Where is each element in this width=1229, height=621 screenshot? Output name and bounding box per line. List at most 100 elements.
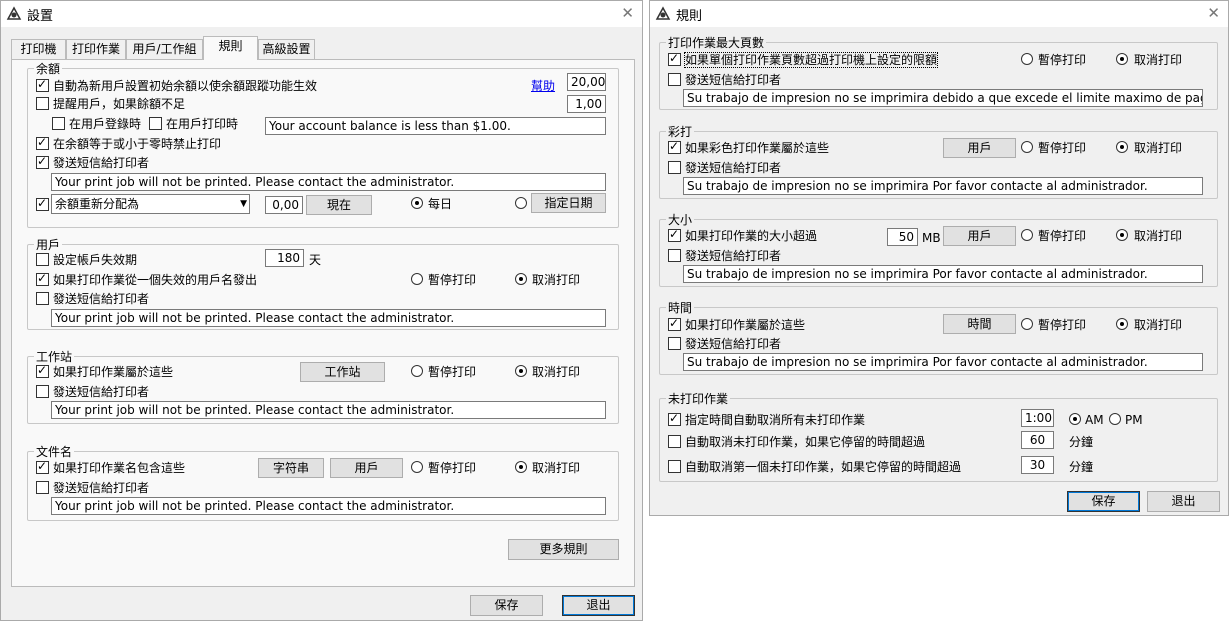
help-link[interactable]: 幫助 <box>531 79 555 93</box>
workstation-message-input[interactable]: Your print job will not be printed. Plea… <box>51 401 606 419</box>
workstation-checkbox[interactable] <box>36 363 49 378</box>
invalid-user-checkbox[interactable] <box>36 271 49 286</box>
close-icon[interactable]: ✕ <box>1207 4 1220 22</box>
invalid-user-label: 如果打印作業從一個失效的用戶名發出 <box>53 273 258 287</box>
time-send-msg-label: 發送短信給打印者 <box>685 337 782 351</box>
filename-checkbox[interactable] <box>36 459 49 474</box>
pm-radio[interactable] <box>1109 413 1121 425</box>
users-cancel-radio[interactable] <box>515 273 527 285</box>
size-cancel-radio[interactable] <box>1116 229 1128 241</box>
size-pause-radio[interactable] <box>1021 229 1033 241</box>
size-value-input[interactable]: 50 <box>887 228 918 246</box>
max-pages-send-msg-checkbox[interactable] <box>668 73 681 86</box>
auto-cancel-all-checkbox[interactable] <box>668 411 681 426</box>
tab-print-jobs[interactable]: 打印作業 <box>66 39 126 59</box>
realloc-dropdown[interactable]: 余額重新分配為 ▼ <box>51 194 250 214</box>
workstation-cancel-radio[interactable] <box>515 365 527 377</box>
daily-label: 每日 <box>428 197 453 211</box>
time-checkbox[interactable] <box>668 316 681 331</box>
filename-message-input[interactable]: Your print job will not be printed. Plea… <box>51 497 606 515</box>
remind-checkbox[interactable] <box>36 97 49 110</box>
max-pages-cancel-radio[interactable] <box>1116 53 1128 65</box>
time-pause-radio[interactable] <box>1021 318 1033 330</box>
workstation-pause-radio[interactable] <box>411 365 423 377</box>
users-cancel-label: 取消打印 <box>532 273 581 287</box>
size-send-msg-checkbox[interactable] <box>668 249 681 262</box>
color-message-input[interactable]: Su trabajo de impresion no se imprimira … <box>683 177 1203 195</box>
on-print-checkbox[interactable] <box>149 117 162 130</box>
balance-message-input[interactable]: Your print job will not be printed. Plea… <box>51 173 606 191</box>
tab-rules[interactable]: 規則 <box>203 36 258 60</box>
settings-titlebar[interactable]: 設置 ✕ <box>1 1 642 27</box>
color-checkbox[interactable] <box>668 139 681 154</box>
size-checkbox[interactable] <box>668 227 681 242</box>
workstation-pause-label: 暫停打印 <box>428 365 477 379</box>
time-cancel-radio[interactable] <box>1116 318 1128 330</box>
expire-checkbox[interactable] <box>36 253 49 266</box>
workstation-button[interactable]: 工作站 <box>300 362 385 382</box>
on-login-label: 在用戶登錄時 <box>69 117 142 131</box>
close-icon[interactable]: ✕ <box>621 4 634 22</box>
auto-init-checkbox[interactable] <box>36 77 49 92</box>
realloc-checkbox[interactable] <box>36 196 49 211</box>
cancel-idle-checkbox[interactable] <box>668 435 681 448</box>
tab-advanced[interactable]: 高級設置 <box>258 39 315 59</box>
color-pause-radio[interactable] <box>1021 141 1033 153</box>
expire-days-input[interactable]: 180 <box>265 249 304 267</box>
rules-titlebar[interactable]: 規則 ✕ <box>650 1 1228 27</box>
daily-radio[interactable] <box>411 197 423 209</box>
string-button[interactable]: 字符串 <box>258 458 324 478</box>
remind-message-input[interactable]: Your account balance is less than $1.00. <box>265 117 606 135</box>
size-label: 如果打印作業的大小超過 <box>685 229 818 243</box>
time-message-input[interactable]: Su trabajo de impresion no se imprimira … <box>683 353 1203 371</box>
cancel-first-label: 自動取消第一個未打印作業，如果它停留的時間超過 <box>685 460 962 474</box>
time-send-msg-checkbox[interactable] <box>668 337 681 350</box>
filename-cancel-label: 取消打印 <box>532 461 581 475</box>
set-date-button[interactable]: 指定日期 <box>531 193 606 213</box>
filename-user-button[interactable]: 用戶 <box>330 458 403 478</box>
tab-users-groups[interactable]: 用戶/工作組 <box>126 39 203 59</box>
rules-exit-button[interactable]: 退出 <box>1147 491 1220 512</box>
users-message-input[interactable]: Your print job will not be printed. Plea… <box>51 309 606 327</box>
zero-block-checkbox[interactable] <box>36 135 49 150</box>
size-user-button[interactable]: 用戶 <box>943 226 1016 246</box>
color-user-button[interactable]: 用戶 <box>943 138 1016 158</box>
more-rules-button[interactable]: 更多規則 <box>508 539 619 560</box>
now-button[interactable]: 現在 <box>306 195 372 215</box>
max-pages-pause-radio[interactable] <box>1021 53 1033 65</box>
time-button[interactable]: 時間 <box>943 314 1016 334</box>
max-pages-checkbox[interactable] <box>668 51 681 66</box>
rules-save-button[interactable]: 保存 <box>1067 491 1140 512</box>
users-pause-radio[interactable] <box>411 273 423 285</box>
save-button[interactable]: 保存 <box>470 595 543 616</box>
group-legend: 打印作業最大頁數 <box>666 34 767 51</box>
workstation-send-msg-label: 發送短信給打印者 <box>53 385 150 399</box>
max-pages-message-input[interactable]: Su trabajo de impresion no se imprimira … <box>683 89 1203 107</box>
cancel-time-input[interactable]: 1:00 <box>1021 409 1054 427</box>
remind-threshold-input[interactable]: 1,00 <box>567 95 606 113</box>
filename-send-msg-checkbox[interactable] <box>36 481 49 494</box>
workstation-send-msg-checkbox[interactable] <box>36 385 49 398</box>
users-send-msg-checkbox[interactable] <box>36 292 49 305</box>
idle-minutes-input[interactable]: 60 <box>1021 431 1054 449</box>
first-minutes-input[interactable]: 30 <box>1021 456 1054 474</box>
balance-send-msg-label: 發送短信給打印者 <box>53 156 150 170</box>
users-pause-label: 暫停打印 <box>428 273 477 287</box>
color-send-msg-checkbox[interactable] <box>668 161 681 174</box>
size-pause-label: 暫停打印 <box>1038 229 1087 243</box>
balance-send-msg-checkbox[interactable] <box>36 154 49 169</box>
color-cancel-radio[interactable] <box>1116 141 1128 153</box>
am-radio[interactable] <box>1069 413 1081 425</box>
filename-pause-radio[interactable] <box>411 461 423 473</box>
on-login-checkbox[interactable] <box>52 117 65 130</box>
cancel-first-checkbox[interactable] <box>668 460 681 473</box>
expire-label: 設定帳戶失效期 <box>53 253 138 267</box>
tab-printer[interactable]: 打印機 <box>11 39 66 59</box>
set-date-radio[interactable] <box>515 197 527 209</box>
size-message-input[interactable]: Su trabajo de impresion no se imprimira … <box>683 265 1203 283</box>
filename-cancel-radio[interactable] <box>515 461 527 473</box>
init-balance-input[interactable]: 20,00 <box>567 73 606 91</box>
exit-button[interactable]: 退出 <box>562 595 635 616</box>
realloc-value-input[interactable]: 0,00 <box>265 196 303 214</box>
group-legend: 彩打 <box>666 123 695 140</box>
